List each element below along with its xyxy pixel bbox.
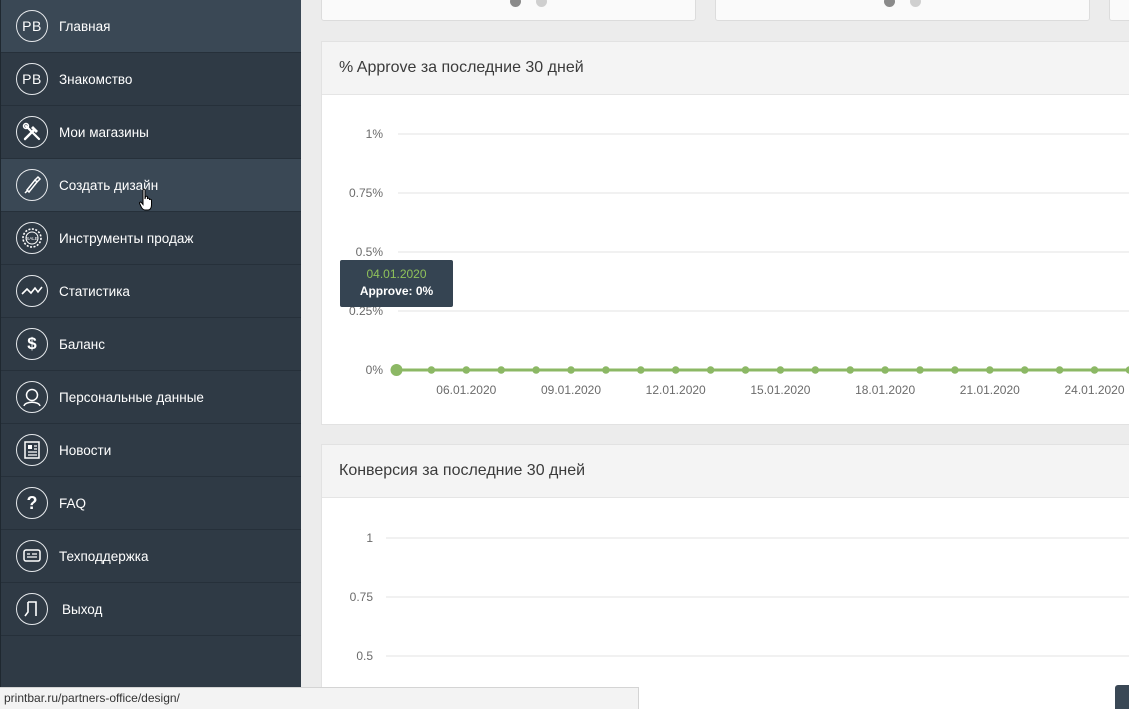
data-point [462,366,471,374]
approve-chart-panel: % Approve за последние 30 дней 0% 0.25% 0.… [321,41,1129,425]
tools-icon [16,116,48,148]
data-point [1125,366,1129,374]
data-point [637,366,645,374]
sidebar-item-label: Мои магазины [59,125,149,140]
support-chat-icon [16,540,48,572]
conversion-line-chart: 0.5 0.75 1 [350,531,1129,663]
data-point [846,366,854,374]
y-tick-label: 0.5% [356,245,384,259]
tooltip-value: Approve: 0% [359,284,434,298]
sidebar-item-label: Выход [62,602,103,617]
sidebar-nav: PB Главная PB Знакомство Мои магазины Создать… [0,0,301,709]
y-tick-label: 1 [366,531,373,545]
question-icon: ? [16,487,48,519]
data-point [532,366,540,374]
sidebar-item[interactable]: PB Знакомство [1,53,301,106]
sidebar-item[interactable]: PB Главная [1,0,301,53]
data-point [1020,366,1029,374]
x-tick-label: 12.01.2020 [646,383,706,397]
scroll-top-button[interactable] [1115,685,1129,709]
newspaper-icon [16,434,48,466]
sidebar-item[interactable]: Статистика [1,265,301,318]
sidebar-item[interactable]: Техподдержка [1,530,301,583]
dollar-icon: $ [16,328,48,360]
carousel-dot[interactable] [536,0,547,7]
data-point [427,366,436,374]
data-point [811,366,820,374]
sidebar-item[interactable]: $ Баланс [1,318,301,371]
top-card-partial [1109,0,1129,21]
sidebar-item-label: Статистика [59,284,130,299]
data-point [497,366,505,374]
data-point [951,366,959,374]
status-bar-url: printbar.ru/partners-office/design/ [0,687,639,709]
pb-logo-icon: PB [16,63,48,95]
approve-line-chart: 0%0.25%0.5%0.75%1%06.01.2020 09.01.2020 12… [349,127,1129,397]
sidebar-item-label: Инструменты продаж [59,231,194,246]
brush-icon [16,169,48,201]
sidebar-item-label: Знакомство [59,72,133,87]
pb-logo-icon: PB [16,10,48,42]
data-point [602,366,610,374]
sidebar-item[interactable]: ? FAQ [1,477,301,530]
svg-text:SALE: SALE [26,236,38,241]
data-point [1055,366,1064,374]
y-tick-label: 0.5 [356,649,373,663]
tooltip-date: 04.01.2020 [366,267,427,281]
data-point [776,366,785,374]
sidebar-item-label: Персональные данные [59,390,204,405]
data-point [390,364,403,376]
sidebar-item-label: Техподдержка [59,549,149,564]
y-tick-label: 0.75 [350,590,374,604]
sidebar-item-label: FAQ [59,496,87,511]
data-point [706,366,715,374]
sidebar-item-label: Новости [59,443,112,458]
sidebar-item[interactable]: Новости [1,424,301,477]
data-point [567,366,575,374]
exit-door-icon [16,593,48,625]
data-point [986,366,994,374]
sidebar-item[interactable]: SALE Инструменты продаж [1,212,301,265]
main-content: % Approve за последние 30 дней 0% 0.25% 0.… [301,0,1129,709]
carousel-dot-active[interactable] [884,0,895,7]
chart-tooltip: 04.01.2020 Approve: 0% [340,260,453,307]
data-point [741,366,750,374]
x-tick-label: 18.01.2020 [855,383,915,397]
x-tick-label: 09.01.2020 [541,383,601,397]
user-icon [16,381,48,413]
x-tick-label: 24.01.2020 [1064,383,1124,397]
sidebar-item-label: Баланс [59,337,105,352]
sidebar-item[interactable]: Выход [1,583,301,636]
x-tick-label: 06.01.2020 [436,383,496,397]
y-tick-label: 0% [366,363,384,377]
data-point [916,366,924,374]
top-card-right [715,0,1090,21]
x-tick-label: 21.01.2020 [960,383,1020,397]
sidebar-item[interactable]: Мои магазины [1,106,301,159]
data-point [881,366,889,374]
carousel-dot[interactable] [910,0,921,7]
top-card-left [321,0,696,21]
y-tick-label: 0.75% [349,186,383,200]
hand-cursor-icon [139,188,152,211]
line-chart-icon [16,275,48,307]
data-point [671,366,680,374]
sidebar-item[interactable]: Персональные данные [1,371,301,424]
sale-badge-icon: SALE [16,222,48,254]
carousel-dot-active[interactable] [510,0,521,7]
y-tick-label: 1% [366,127,384,141]
sidebar-item-label: Главная [59,19,111,34]
x-tick-label: 15.01.2020 [750,383,810,397]
conversion-chart-panel: Конверсия за последние 30 дней 0.5 0.75 1 [321,444,1129,709]
data-point [1090,366,1099,374]
